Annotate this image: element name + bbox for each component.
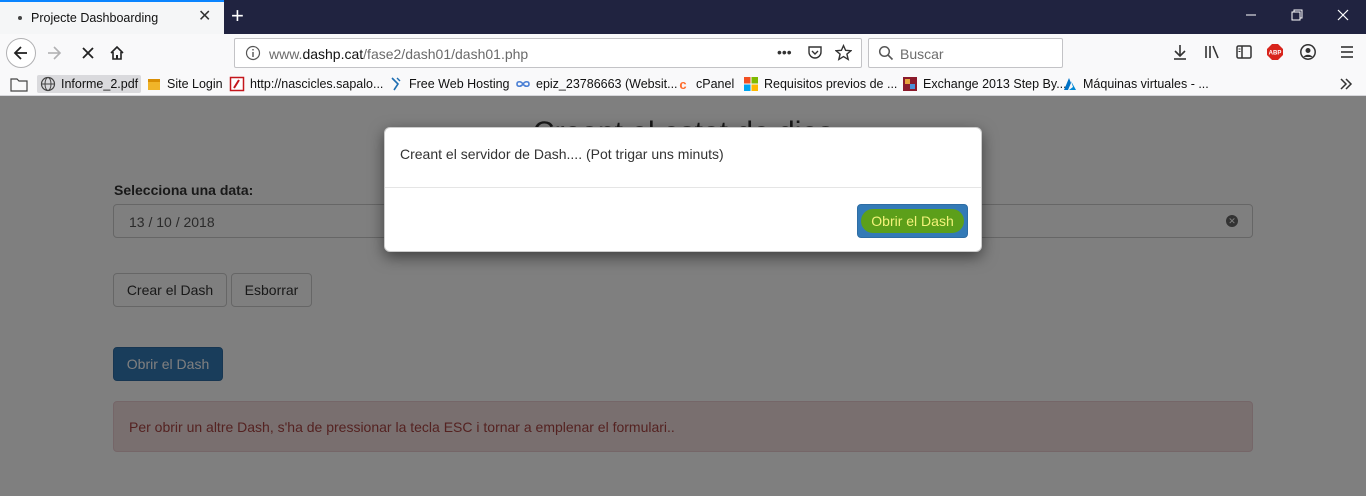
page-content: Creant el estat de dies Selecciona una d…: [0, 96, 1366, 496]
globe-icon: [40, 76, 56, 92]
home-icon: [110, 45, 124, 60]
modal-body: Creant el servidor de Dash.... (Pot trig…: [385, 128, 981, 188]
microsoft-icon: [743, 76, 759, 92]
url-text: www.dashp.cat/fase2/dash01/dash01.php: [269, 46, 528, 62]
bookmark-label: Site Login: [167, 77, 223, 91]
search-bar[interactable]: Buscar: [868, 38, 1063, 68]
modal-button-label: Obrir el Dash: [871, 213, 954, 229]
navigation-toolbar: www.dashp.cat/fase2/dash01/dash01.php ••…: [0, 34, 1366, 72]
bookmark-item[interactable]: Máquinas virtuales - ...: [1062, 75, 1209, 93]
bookmark-item[interactable]: Requisitos previos de ...: [743, 75, 897, 93]
bookmark-star-icon[interactable]: [834, 43, 853, 64]
pdf-icon: [229, 76, 245, 92]
search-icon: [878, 45, 894, 64]
minimize-icon[interactable]: [1245, 9, 1257, 24]
back-button[interactable]: [6, 38, 36, 68]
bookmark-item[interactable]: c cPanel: [675, 75, 734, 93]
new-tab-icon[interactable]: +: [231, 5, 244, 27]
tab-title: Projecte Dashboarding: [31, 11, 159, 25]
box-icon: [146, 76, 162, 92]
forward-arrow-icon: [48, 46, 62, 60]
bookmark-label: http://nascicles.sapalo...: [250, 77, 384, 91]
site-info-icon[interactable]: [245, 45, 261, 64]
modal-dialog: Creant el servidor de Dash.... (Pot trig…: [384, 127, 982, 252]
bookmark-label: Free Web Hosting: [409, 77, 510, 91]
back-arrow-icon: [13, 46, 27, 60]
bookmark-item[interactable]: Free Web Hosting: [388, 75, 510, 93]
bookmark-label: Exchange 2013 Step By...: [923, 77, 1067, 91]
downloads-icon[interactable]: [1171, 43, 1189, 64]
modal-message: Creant el servidor de Dash.... (Pot trig…: [400, 146, 724, 162]
svg-text:ABP: ABP: [1269, 51, 1282, 57]
url-domain: dashp.cat: [302, 46, 364, 62]
bookmark-item[interactable]: Site Login: [146, 75, 223, 93]
exchange-icon: [902, 76, 918, 92]
search-placeholder: Buscar: [900, 46, 944, 62]
bookmarks-toolbar: Informe_2.pdf Site Login http://nascicle…: [0, 72, 1366, 96]
forward-button[interactable]: [40, 39, 68, 67]
hosting-icon: [388, 76, 404, 92]
close-window-icon[interactable]: [1337, 9, 1349, 24]
bookmark-label: epiz_23786663 (Websit...: [536, 77, 678, 91]
tab-strip: Projecte Dashboarding ✕ +: [0, 0, 1366, 34]
page-actions-icon[interactable]: •••: [777, 44, 792, 60]
pocket-icon[interactable]: [807, 44, 823, 63]
url-path: /fase2/dash01/dash01.php: [363, 46, 529, 62]
bookmark-label: Máquinas virtuales - ...: [1083, 77, 1209, 91]
bookmark-item[interactable]: Exchange 2013 Step By...: [902, 75, 1067, 93]
library-icon[interactable]: [1203, 43, 1221, 64]
bookmark-item[interactable]: epiz_23786663 (Websit...: [515, 75, 678, 93]
cpanel-icon: c: [679, 76, 687, 92]
menu-icon[interactable]: [1338, 43, 1356, 64]
bookmark-label: cPanel: [696, 77, 735, 91]
stop-icon: [82, 47, 94, 59]
bookmark-item[interactable]: Informe_2.pdf: [37, 75, 142, 93]
other-bookmarks-folder-icon[interactable]: [10, 75, 28, 93]
url-prefix: www.: [269, 46, 303, 62]
account-icon[interactable]: [1299, 43, 1317, 64]
bookmark-item[interactable]: http://nascicles.sapalo...: [229, 75, 383, 93]
tab-close-icon[interactable]: ✕: [198, 9, 211, 25]
tab-active[interactable]: Projecte Dashboarding ✕: [0, 0, 224, 34]
url-bar[interactable]: www.dashp.cat/fase2/dash01/dash01.php ••…: [234, 38, 862, 68]
bookmark-label: Informe_2.pdf: [61, 77, 139, 91]
home-button[interactable]: [103, 39, 131, 67]
loading-dot-icon: [18, 16, 22, 20]
azure-icon: [1062, 76, 1078, 92]
sidebar-icon[interactable]: [1235, 43, 1253, 64]
stop-button[interactable]: [74, 39, 102, 67]
modal-open-dash-button[interactable]: Obrir el Dash: [857, 204, 968, 238]
adblock-plus-icon[interactable]: ABP: [1266, 43, 1284, 64]
restore-icon[interactable]: [1291, 9, 1303, 24]
bookmark-label: Requisitos previos de ...: [764, 77, 898, 91]
bookmarks-overflow-icon[interactable]: [1339, 75, 1353, 93]
infinity-icon: [515, 76, 531, 92]
